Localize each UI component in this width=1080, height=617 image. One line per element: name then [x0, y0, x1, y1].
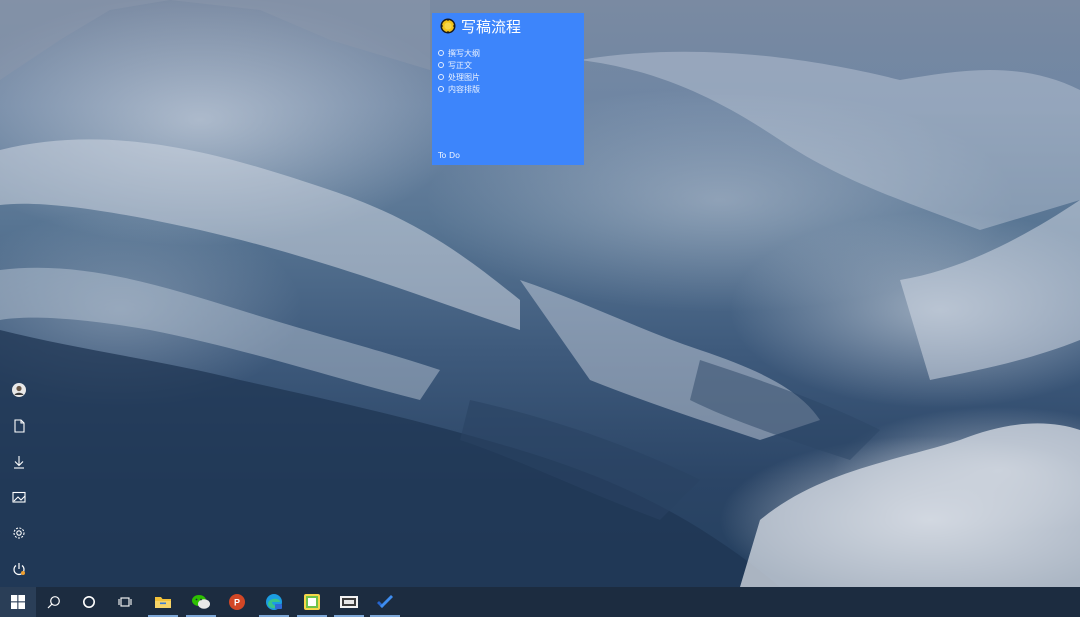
cortana-circle-icon[interactable]: [72, 587, 106, 617]
screenshot-app-icon[interactable]: [331, 587, 367, 617]
file-explorer-icon[interactable]: [145, 587, 181, 617]
power-icon[interactable]: [10, 560, 28, 578]
note-task-list: 撰写大纲 写正文 处理图片 内容排版: [438, 47, 480, 95]
notes-app-icon[interactable]: [294, 587, 330, 617]
start-windows-icon[interactable]: [0, 587, 36, 617]
microsoft-todo-icon[interactable]: [367, 587, 403, 617]
task-label: 撰写大纲: [448, 48, 480, 58]
task-label: 写正文: [448, 60, 472, 70]
settings-gear-icon[interactable]: [10, 524, 28, 542]
user-avatar-icon[interactable]: [10, 381, 28, 399]
note-title[interactable]: 写稿流程: [461, 16, 521, 37]
note-task-item[interactable]: 处理图片: [438, 71, 480, 83]
note-task-item[interactable]: 内容排版: [438, 83, 480, 95]
wechat-icon[interactable]: [183, 587, 219, 617]
task-checkbox[interactable]: [438, 50, 444, 56]
svg-text:P: P: [234, 598, 240, 608]
task-label: 处理图片: [448, 72, 480, 82]
note-footer: To Do: [438, 151, 461, 160]
taskbar: P: [0, 587, 1080, 617]
search-icon[interactable]: [38, 587, 70, 617]
task-checkbox[interactable]: [438, 62, 444, 68]
task-label: 内容排版: [448, 84, 480, 94]
task-checkbox[interactable]: [438, 74, 444, 80]
documents-icon[interactable]: [10, 417, 28, 435]
note-task-item[interactable]: 撰写大纲: [438, 47, 480, 59]
sticky-note[interactable]: 写稿流程 撰写大纲 写正文 处理图片 内容排版 To Do: [432, 13, 584, 165]
note-task-item[interactable]: 写正文: [438, 59, 480, 71]
powerpoint-icon[interactable]: P: [219, 587, 255, 617]
downloads-icon[interactable]: [10, 453, 28, 471]
pictures-icon[interactable]: [10, 488, 28, 506]
edge-browser-icon[interactable]: [256, 587, 292, 617]
task-checkbox[interactable]: [438, 86, 444, 92]
task-view-icon[interactable]: [108, 587, 142, 617]
sun-icon: [440, 18, 456, 34]
